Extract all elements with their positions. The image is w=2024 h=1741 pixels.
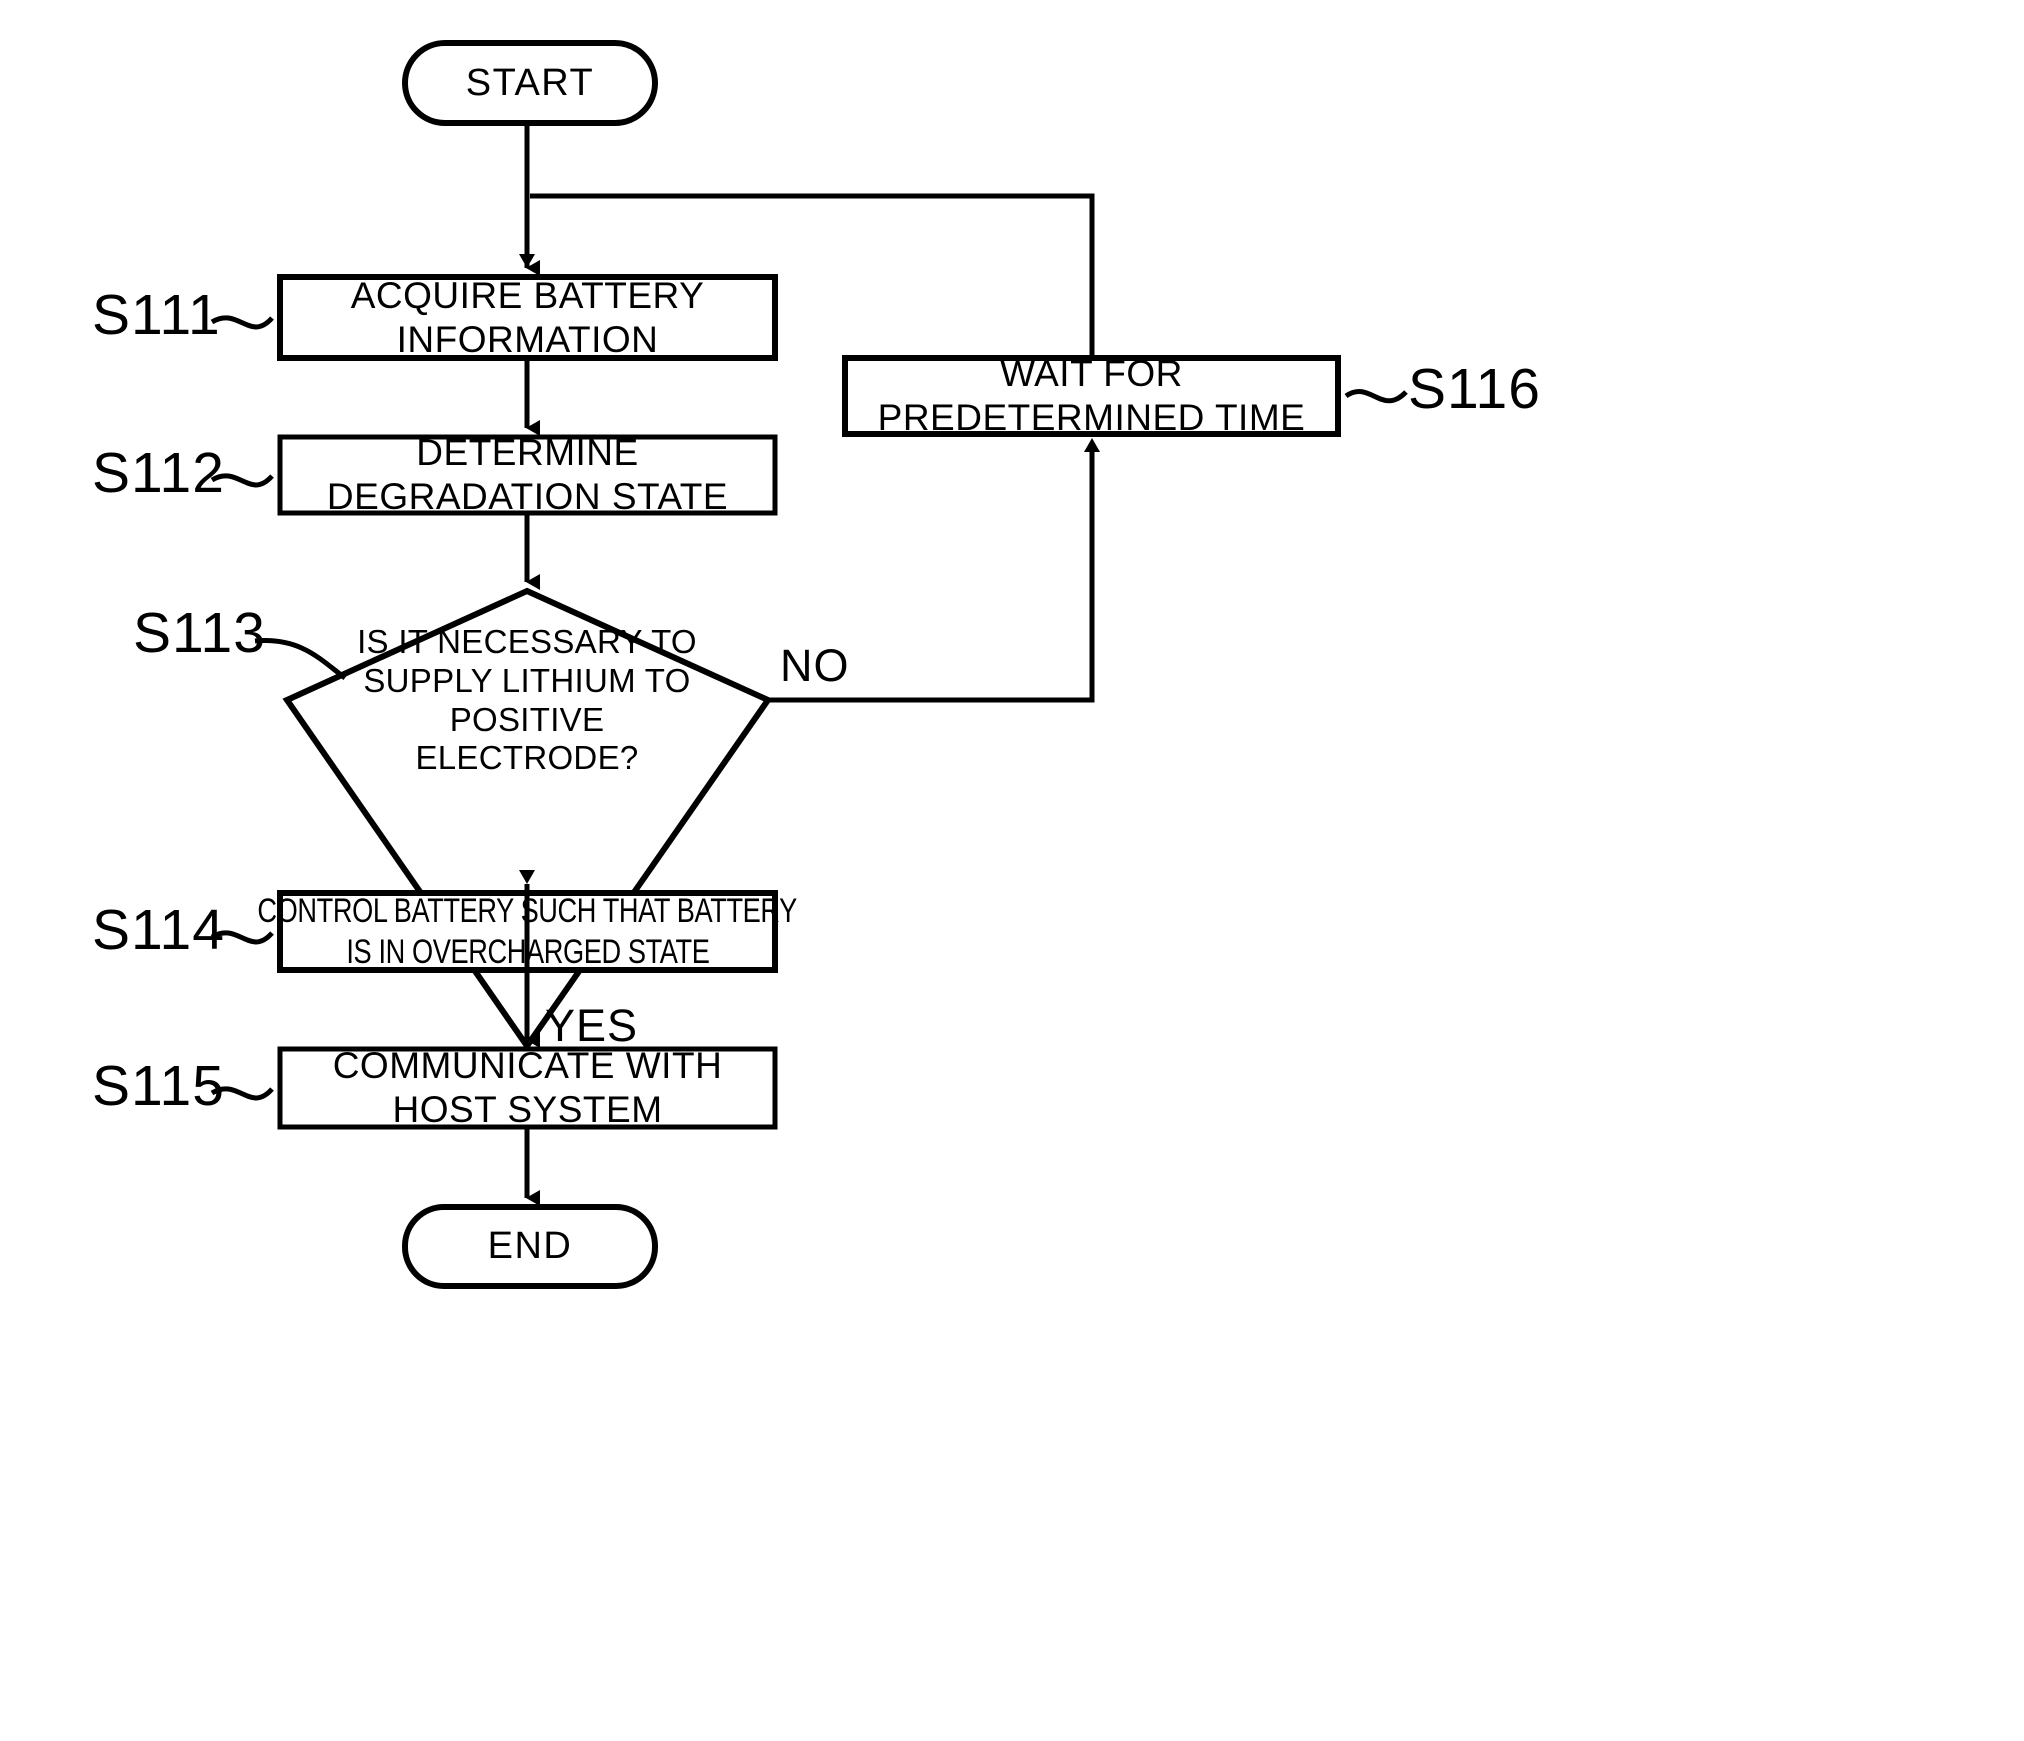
flowchart-geometry xyxy=(210,40,1408,1289)
step-label-s115: S115 xyxy=(92,1054,225,1118)
branch-label-no: NO xyxy=(780,640,850,691)
step-label-s111: S111 xyxy=(92,283,221,347)
connector-feedback-arrowhead xyxy=(519,254,535,268)
leader-s111 xyxy=(210,315,274,330)
step-label-s116: S116 xyxy=(1408,357,1541,421)
leader-s113 xyxy=(254,638,347,680)
s111-box-shape xyxy=(277,274,778,361)
start-terminal-shape xyxy=(402,40,658,126)
leader-s116 xyxy=(1344,388,1408,404)
flowchart-figure: START ACQUIRE BATTERY INFORMATION DETERM… xyxy=(0,0,2024,1741)
s112-box-shape xyxy=(277,434,778,516)
step-label-s113: S113 xyxy=(133,601,266,665)
s116-box-shape xyxy=(842,355,1341,437)
connector-no-arrowhead xyxy=(1084,438,1100,452)
end-terminal-shape xyxy=(402,1204,658,1289)
step-label-s112: S112 xyxy=(92,441,225,505)
s115-box-shape xyxy=(277,1046,778,1130)
branch-label-yes: YES xyxy=(545,1000,639,1051)
step-label-s114: S114 xyxy=(92,898,225,962)
